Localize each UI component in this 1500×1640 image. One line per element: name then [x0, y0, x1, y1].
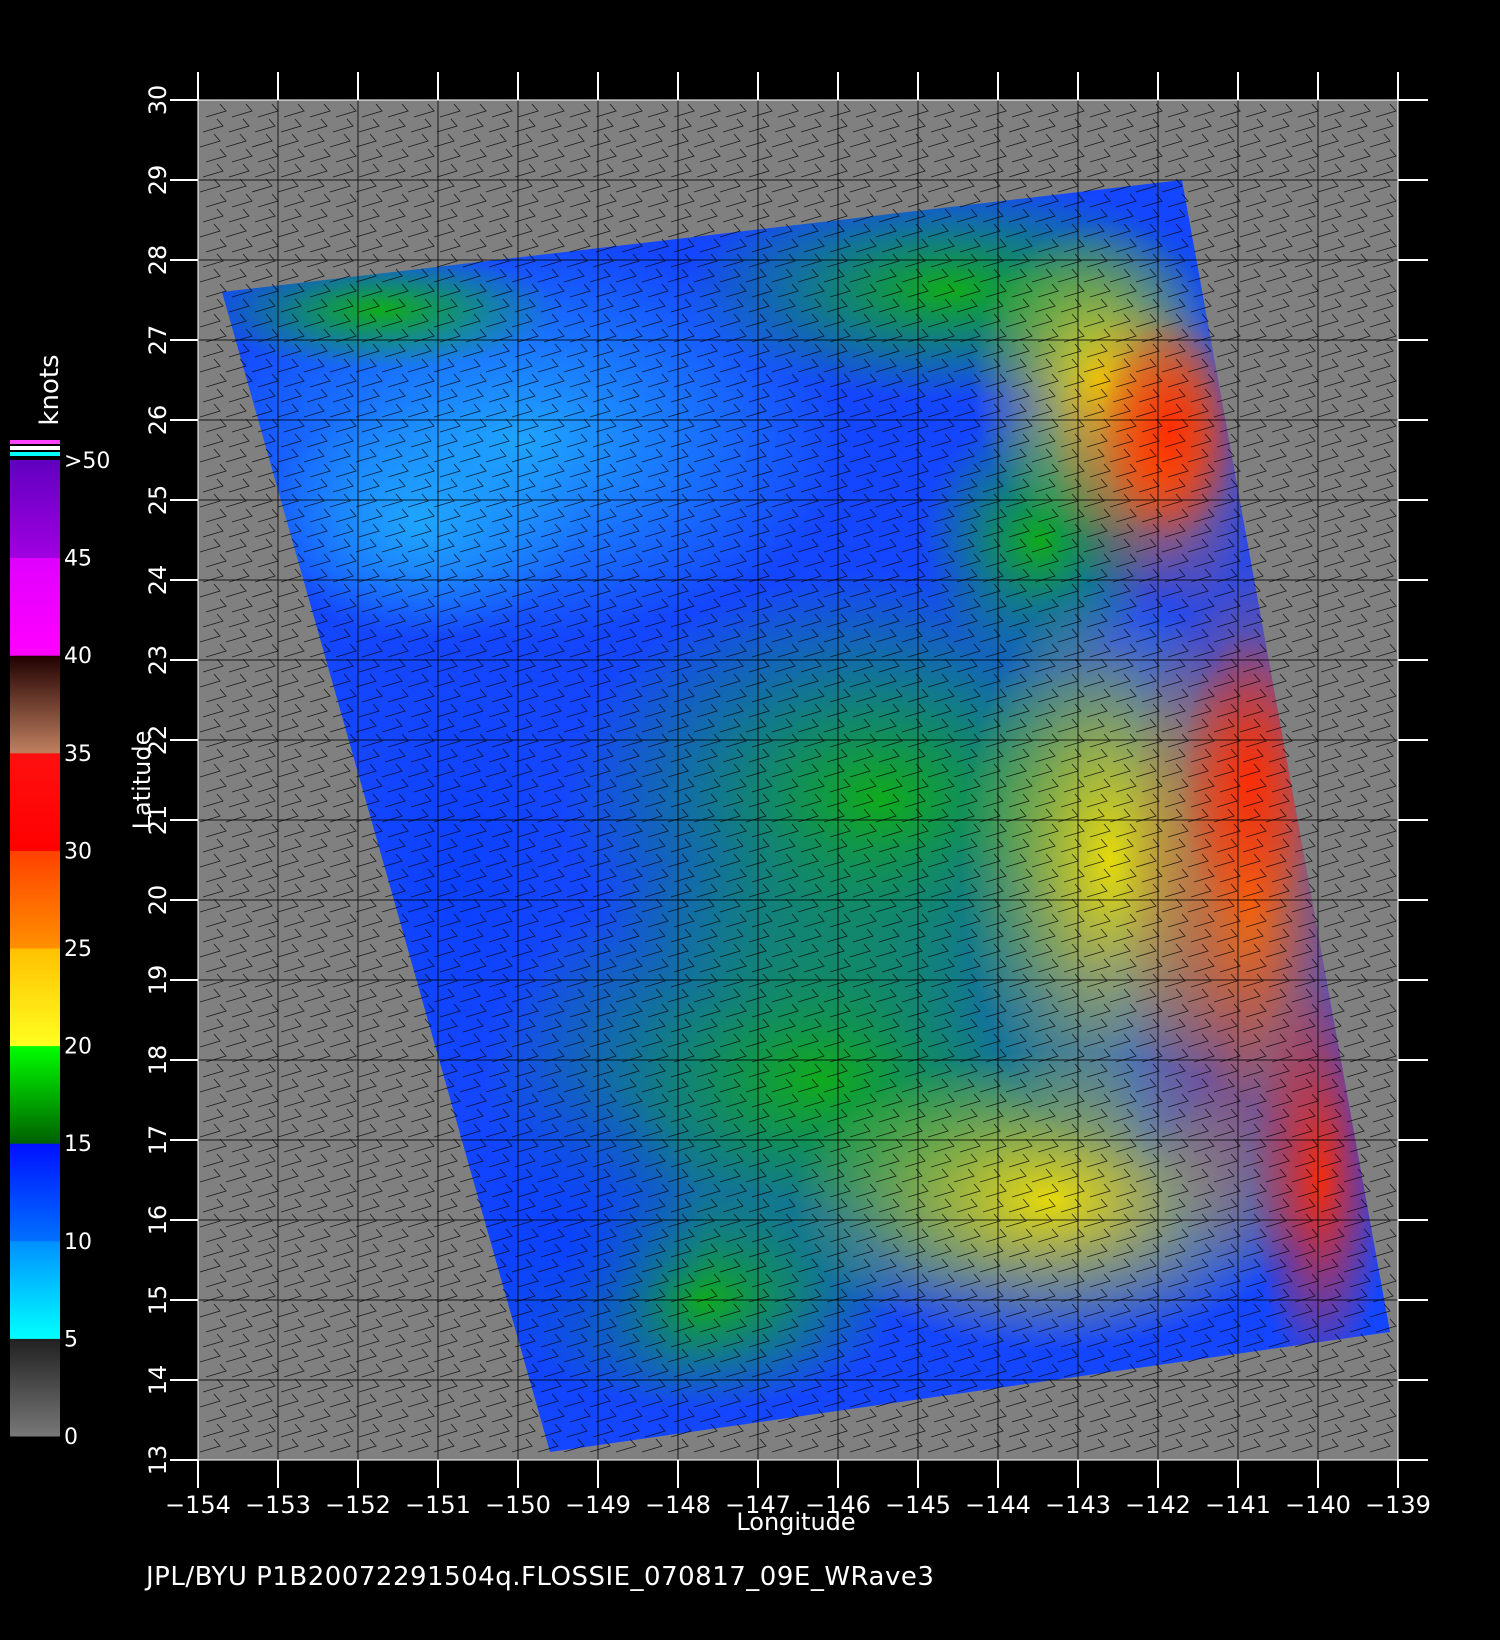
- y-tick-label: 13: [144, 1445, 172, 1476]
- x-axis-label: Longitude: [736, 1508, 855, 1536]
- colorbar-segment: [10, 850, 60, 949]
- x-tick-label: −150: [485, 1491, 551, 1519]
- colorbar-over-stripe: [10, 440, 60, 444]
- colorbar-segment: [10, 1240, 60, 1339]
- y-tick-label: 19: [144, 965, 172, 996]
- y-tick-label: 30: [144, 85, 172, 116]
- colorbar-segment: [10, 557, 60, 656]
- data-source-footer: JPL/BYU P1B20072291504q.FLOSSIE_070817_0…: [146, 1562, 935, 1592]
- y-tick-label: 28: [144, 245, 172, 276]
- colorbar-tick-label: 0: [64, 1425, 78, 1450]
- x-tick-label: −151: [405, 1491, 471, 1519]
- y-tick-label: 14: [144, 1365, 172, 1396]
- x-tick-label: −141: [1205, 1491, 1271, 1519]
- y-tick-label: 18: [144, 1045, 172, 1076]
- colorbar-tick-label: 35: [64, 742, 92, 767]
- colorbar-tick-label: 15: [64, 1132, 92, 1157]
- y-tick-label: 29: [144, 165, 172, 196]
- y-tick-label: 15: [144, 1285, 172, 1316]
- colorbar-tick-label: 25: [64, 937, 92, 962]
- colorbar-segment: [10, 1143, 60, 1242]
- colorbar-over-stripe: [10, 452, 60, 456]
- x-tick-label: −152: [325, 1491, 391, 1519]
- colorbar-tick-label: 5: [64, 1327, 78, 1352]
- x-tick-label: −149: [565, 1491, 631, 1519]
- colorbar-tick-label: 20: [64, 1035, 92, 1060]
- colorbar-tick-label: 45: [64, 547, 92, 572]
- scatterometer-wind-map: −154 −153 −152 −151 −150 −149 −148 −147 −146 −145…: [10, 72, 1431, 1536]
- x-tick-label: −153: [245, 1491, 311, 1519]
- colorbar-segment: [10, 1045, 60, 1144]
- y-tick-label: 23: [144, 645, 172, 676]
- x-tick-label: −144: [965, 1491, 1031, 1519]
- x-tick-label: −154: [165, 1491, 231, 1519]
- y-tick-label: 26: [144, 405, 172, 436]
- colorbar-segment: [10, 752, 60, 851]
- x-tick-label: −145: [885, 1491, 951, 1519]
- colorbar-segment: [10, 1338, 60, 1437]
- colorbar-segment: [10, 655, 60, 754]
- y-tick-label: 16: [144, 1205, 172, 1236]
- colorbar-segment: [10, 948, 60, 1047]
- colorbar-tick-label: 10: [64, 1230, 92, 1255]
- x-tick-label: −142: [1125, 1491, 1191, 1519]
- colorbar-tick-label: 40: [64, 644, 92, 669]
- y-tick-label: 27: [144, 325, 172, 356]
- colorbar-over-stripe: [10, 446, 60, 450]
- colorbar-tick-label: >50: [64, 449, 110, 474]
- x-tick-label: −140: [1285, 1491, 1351, 1519]
- x-tick-label: −139: [1365, 1491, 1431, 1519]
- x-tick-label: −148: [645, 1491, 711, 1519]
- colorbar-legend: 0 5 10 15 20 25 30 35 40 45 >50: [10, 440, 110, 1450]
- y-tick-label: 24: [144, 565, 172, 596]
- x-tick-label: −143: [1045, 1491, 1111, 1519]
- y-tick-label: 25: [144, 485, 172, 516]
- y-axis-label: Latitude: [128, 731, 156, 830]
- colorbar-tick-label: 30: [64, 839, 92, 864]
- y-tick-label: 20: [144, 885, 172, 916]
- colorbar-segment: [10, 460, 60, 559]
- y-tick-label: 17: [144, 1125, 172, 1156]
- colorbar-unit-label: knots: [35, 354, 65, 425]
